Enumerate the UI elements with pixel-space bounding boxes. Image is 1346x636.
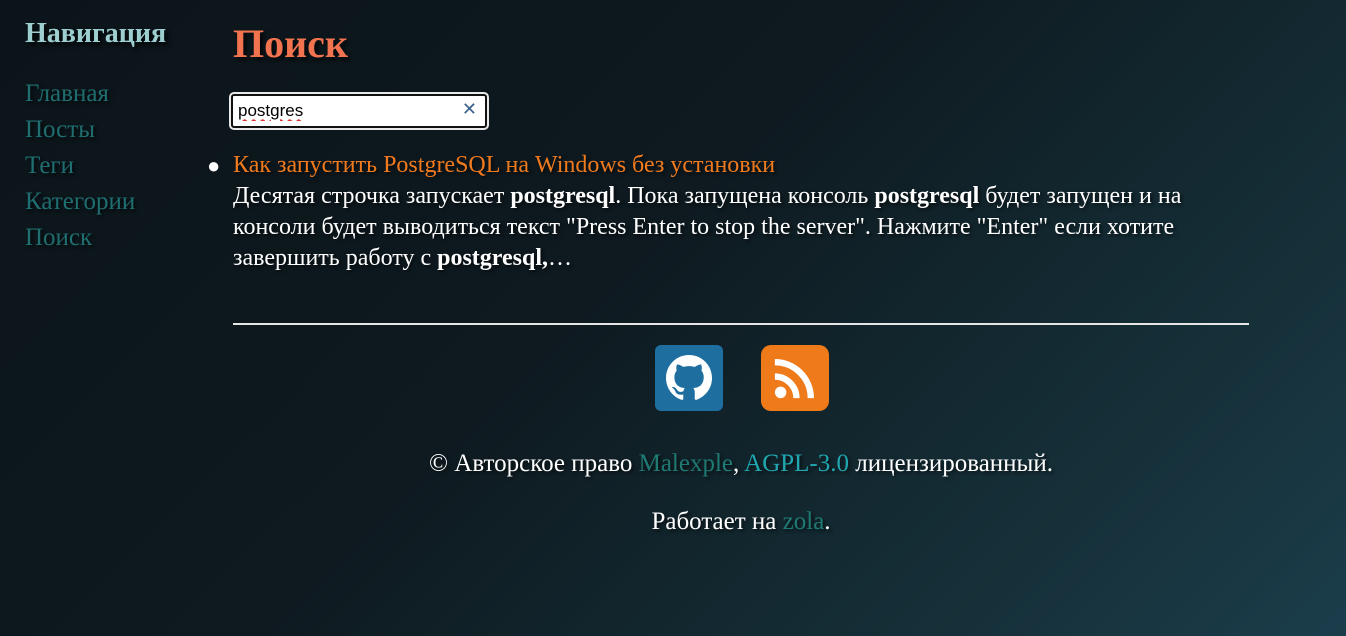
nav-list: Главная Посты Теги Категории Поиск (25, 76, 215, 256)
bullet-icon: ● (207, 153, 221, 178)
nav-item-posts[interactable]: Посты (25, 112, 215, 148)
main-content: Поиск ✕ ● Как запустить PostgreSQL на Wi… (207, 20, 1249, 535)
search-box: ✕ (231, 94, 487, 128)
result-title-link[interactable]: Как запустить PostgreSQL на Windows без … (233, 150, 1233, 181)
snippet-highlight: postgresql (874, 183, 980, 209)
copyright-comma: , (733, 450, 745, 477)
powered-end: . (824, 508, 831, 535)
search-input[interactable] (238, 100, 453, 122)
copyright-text: Авторское право (448, 450, 639, 477)
licensed-text: лицензированный. (849, 450, 1053, 477)
clear-icon[interactable]: ✕ (462, 99, 477, 120)
copyright-icon: © (429, 450, 449, 477)
search-results: ● Как запустить PostgreSQL на Windows бе… (207, 150, 1233, 274)
snippet-highlight: postgresql (510, 183, 616, 209)
page-title: Поиск (233, 21, 348, 66)
powered-text: Работает на (651, 508, 783, 535)
nav-item-categories[interactable]: Категории (25, 184, 215, 220)
social-icons (655, 345, 829, 411)
result-snippet: Десятая строчка запускает postgresql. По… (233, 181, 1233, 274)
nav-item-tags[interactable]: Теги (25, 148, 215, 184)
result-item: ● Как запустить PostgreSQL на Windows бе… (207, 150, 1233, 274)
snippet-part: Десятая строчка запускает (233, 183, 511, 209)
powered-by-line: Работает на zola. (233, 508, 1249, 536)
nav-item-home[interactable]: Главная (25, 76, 215, 112)
github-button[interactable] (655, 345, 723, 411)
snippet-part: . Пока запущена консоль (615, 183, 875, 209)
snippet-highlight: postgresql, (437, 245, 549, 271)
copyright-line: © Авторское право Malexple, AGPL-3.0 лиц… (233, 450, 1249, 478)
author-link[interactable]: Malexple (639, 450, 733, 477)
rss-icon (774, 359, 814, 399)
nav-title: Навигация (25, 18, 167, 49)
rss-button[interactable] (761, 345, 829, 411)
snippet-part: … (548, 245, 573, 271)
license-link[interactable]: AGPL-3.0 (744, 450, 849, 477)
zola-link[interactable]: zola (783, 508, 825, 535)
footer-divider (233, 323, 1249, 325)
sidebar: Навигация Главная Посты Теги Категории П… (25, 18, 215, 256)
github-icon (666, 355, 712, 400)
nav-item-search[interactable]: Поиск (25, 220, 215, 256)
